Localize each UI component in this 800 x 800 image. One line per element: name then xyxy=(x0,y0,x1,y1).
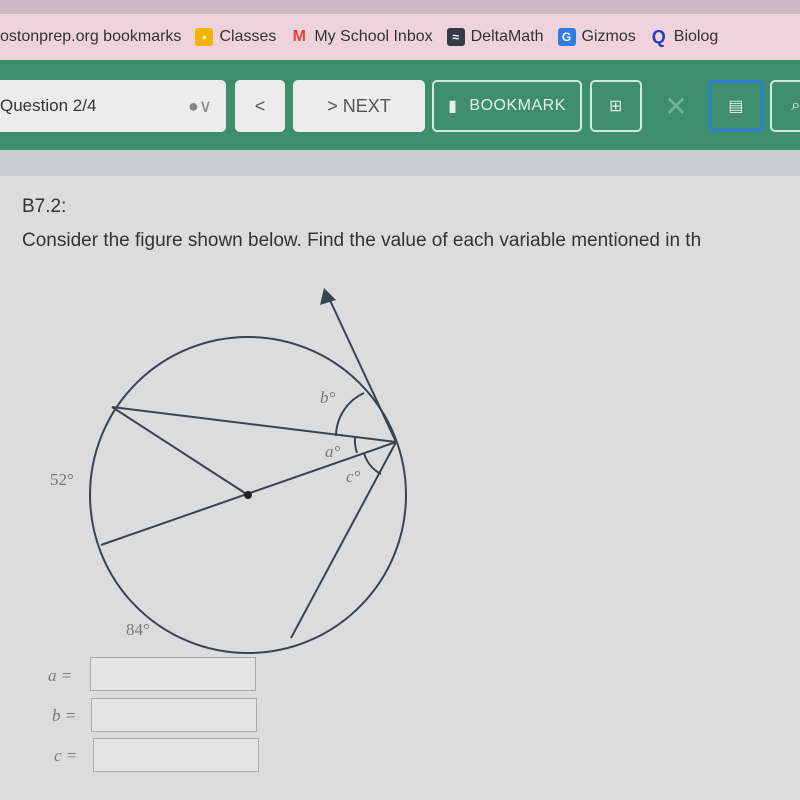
question-prompt: Consider the figure shown below. Find th… xyxy=(22,230,702,251)
bookmark-label: ostonprep.org bookmarks xyxy=(0,28,182,45)
arc-a xyxy=(353,436,358,454)
zoom-button[interactable]: ⌕ xyxy=(770,80,800,132)
question-toolbar: Question 2/4 ●∨ < > NEXT ▮ BOOKMARK ⊞ ✕ ▤… xyxy=(0,60,800,150)
close-icon: ✕ xyxy=(664,90,688,122)
chord-upper xyxy=(111,406,397,443)
previous-button[interactable]: < xyxy=(235,80,285,132)
center-point xyxy=(244,491,252,499)
bookmark-label: BOOKMARK xyxy=(469,97,566,114)
bookmark-icon: ▮ xyxy=(448,98,458,115)
bookmark-button[interactable]: ▮ BOOKMARK xyxy=(432,80,582,132)
bookmark-label: Classes xyxy=(219,28,277,45)
grid-icon: ⊞ xyxy=(609,98,623,115)
answer-label-a: a = xyxy=(48,666,73,685)
bookmark-gizmos[interactable]: G Gizmos xyxy=(557,28,636,46)
bookmark-deltamath[interactable]: ≈ DeltaMath xyxy=(446,28,544,46)
previous-label: < xyxy=(254,95,266,116)
gmail-icon: M xyxy=(292,28,306,45)
classroom-icon: ▪ xyxy=(195,28,214,46)
quizlet-icon: Q xyxy=(651,26,666,47)
bookmark-label: Biolog xyxy=(673,28,719,45)
arc-label-84: 84° xyxy=(126,620,150,639)
eliminate-button[interactable]: ✕ xyxy=(650,80,702,132)
browser-address-area xyxy=(0,0,800,14)
bookmark-folder[interactable]: ostonprep.org bookmarks xyxy=(0,28,181,46)
angle-label-b: b° xyxy=(320,388,336,407)
bookmark-biology[interactable]: Q Biolog xyxy=(650,26,719,47)
arc-label-52: 52° xyxy=(50,470,74,489)
toolbar-shadow xyxy=(0,150,800,176)
bookmark-inbox[interactable]: M My School Inbox xyxy=(290,28,433,46)
deltamath-icon: ≈ xyxy=(446,28,465,46)
next-label: > NEXT xyxy=(327,95,391,116)
answer-label-b: b = xyxy=(52,706,77,725)
answer-input-a[interactable] xyxy=(90,657,256,691)
gizmos-icon: G xyxy=(557,28,576,46)
question-selector[interactable]: Question 2/4 ●∨ xyxy=(0,80,226,132)
arc-c xyxy=(363,452,382,475)
bookmark-label: My School Inbox xyxy=(314,28,433,45)
notepad-icon: ▤ xyxy=(728,98,744,115)
arrowhead xyxy=(320,288,336,305)
flag-dropdown-icon: ●∨ xyxy=(187,95,212,116)
radius-upper xyxy=(111,406,249,496)
circle-figure xyxy=(89,288,407,654)
magnifier-icon: ⌕ xyxy=(791,97,800,114)
bookmark-label: Gizmos xyxy=(581,28,636,45)
question-id: B7.2: xyxy=(22,196,67,217)
question-label: Question 2/4 xyxy=(0,96,97,115)
grid-button[interactable]: ⊞ xyxy=(590,80,642,132)
bookmark-label: DeltaMath xyxy=(470,28,544,45)
chord-lower xyxy=(290,441,397,639)
bookmarks-bar: ostonprep.org bookmarks ▪ Classes M My Sch… xyxy=(0,14,800,60)
next-button[interactable]: > NEXT xyxy=(293,80,425,132)
angle-label-a: a° xyxy=(325,442,341,461)
angle-label-c: c° xyxy=(346,467,361,486)
notepad-button[interactable]: ▤ xyxy=(708,80,764,132)
answer-input-b[interactable] xyxy=(91,698,257,732)
bookmark-classes[interactable]: ▪ Classes xyxy=(195,28,276,46)
arc-b xyxy=(335,392,365,437)
answer-label-c: c = xyxy=(54,746,78,765)
answer-input-c[interactable] xyxy=(93,738,259,772)
